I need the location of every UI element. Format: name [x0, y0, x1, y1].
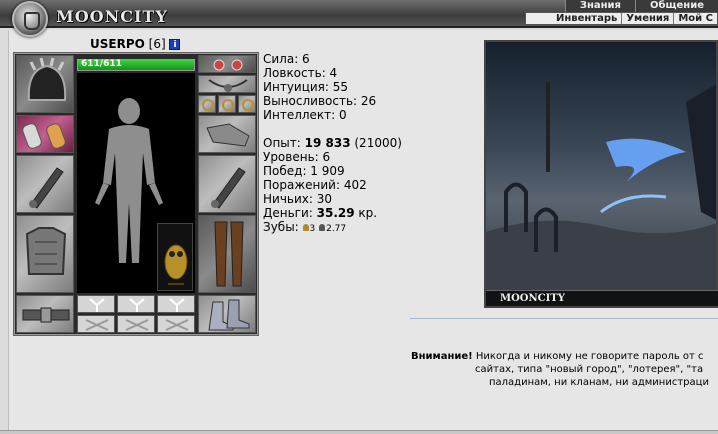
helmet-icon — [27, 57, 67, 101]
teeth-value-b: 2.77 — [326, 224, 347, 234]
stat-draws: Ничьих: 30 — [263, 192, 333, 206]
location-label: MOONCITY — [486, 290, 718, 306]
moon-scene-icon — [486, 82, 716, 306]
earrings-icon — [213, 59, 243, 71]
sword-icon — [211, 167, 246, 209]
gloves-slot[interactable] — [198, 115, 256, 153]
belt-icon — [22, 307, 70, 323]
money-unit: кр. — [354, 206, 378, 220]
menu-skills[interactable]: Умения — [621, 13, 673, 24]
stat-teeth: Зубы: 3 2.77 — [263, 220, 402, 236]
helmet-slot[interactable] — [16, 55, 74, 113]
menu-my[interactable]: Мой С — [673, 13, 717, 24]
divider — [410, 318, 718, 319]
empty-slot-icon — [165, 319, 189, 331]
tooth-icon — [319, 224, 326, 231]
rune-slot-1[interactable] — [77, 295, 115, 313]
warning-line-3: паладинам, ни кланам, ни администраци — [489, 377, 709, 388]
character-login[interactable]: USERPO — [90, 37, 145, 51]
logo-text: MOONCITY — [56, 7, 168, 26]
legs-slot[interactable] — [198, 215, 256, 293]
rune-slot-4[interactable] — [77, 315, 115, 333]
stat-experience: Опыт: 19 833 (21000) — [263, 136, 402, 150]
money-label: Деньги: — [263, 206, 317, 220]
stat-agility: Ловкость: 4 — [263, 66, 338, 80]
empty-slot-icon — [125, 319, 149, 331]
pet-slot[interactable] — [157, 223, 193, 291]
amulet-icon — [208, 79, 248, 92]
teeth-value-a: 3 — [309, 224, 316, 234]
belt-slot[interactable] — [16, 295, 74, 333]
teeth-label: Зубы: — [263, 220, 303, 234]
earrings-slot[interactable] — [198, 55, 256, 73]
ring-icon — [222, 99, 234, 111]
warning-line-1: Внимание! Никогда и никому не говорите п… — [411, 350, 718, 363]
owl-icon — [164, 244, 188, 285]
location-picture[interactable] — [484, 40, 718, 308]
character-figure — [77, 73, 195, 293]
armor-icon — [25, 227, 67, 275]
rune-slot-6[interactable] — [157, 315, 195, 333]
character-level: [6] — [148, 37, 166, 51]
boots-icon — [208, 299, 250, 331]
stat-level: Уровень: 6 — [263, 150, 331, 164]
character-name: USERPO [6] i — [90, 37, 181, 51]
stats-panel: Сила: 6 Ловкость: 4 Интуиция: 55 Выносли… — [263, 52, 402, 236]
rune-slot-5[interactable] — [117, 315, 155, 333]
warning-text-1: Никогда и никому не говорите пароль от с — [472, 351, 704, 362]
armor-slot[interactable] — [16, 215, 74, 293]
hp-text: 611/611 — [81, 59, 122, 69]
greaves-icon — [214, 221, 244, 287]
menu-communication[interactable]: Общение — [634, 0, 718, 12]
ring-icon — [242, 99, 254, 111]
stat-endurance: Выносливость: 26 — [263, 94, 377, 108]
menu-bottom-row: Инвентарь Умения Мой С — [525, 12, 718, 25]
stat-intellect: Интеллект: 0 — [263, 108, 347, 122]
top-bar: MOONCITY Знания Общение Инвентарь Умения… — [0, 0, 718, 37]
warning-line-2: сайтах, типа "новый город", "лотерея", "… — [475, 364, 704, 375]
amulet-slot[interactable] — [198, 75, 256, 93]
stat-money: Деньги: 35.29 кр. — [263, 206, 402, 220]
warning-title: Внимание! — [411, 351, 473, 362]
experience-next: (21000) — [350, 136, 402, 150]
boots-slot[interactable] — [198, 295, 256, 333]
bracers-slot[interactable] — [16, 115, 74, 153]
empty-slot-icon — [169, 298, 185, 312]
sword-icon — [29, 167, 64, 209]
money-value: 35.29 — [316, 206, 355, 220]
stat-strength: Сила: 6 — [263, 52, 310, 66]
info-icon[interactable]: i — [169, 39, 181, 50]
security-warning: Внимание! Никогда и никому не говорите п… — [411, 350, 718, 389]
menu-top-row: Знания Общение — [564, 0, 718, 12]
stat-wins: Побед: 1 909 — [263, 164, 345, 178]
menu-knowledge[interactable]: Знания — [564, 0, 635, 12]
ring-slot-2[interactable] — [218, 95, 236, 113]
experience-label: Опыт: — [263, 136, 305, 150]
gold-tooth-icon — [302, 224, 309, 231]
experience-value: 19 833 — [304, 136, 351, 150]
rune-slot-3[interactable] — [157, 295, 195, 313]
bottom-border — [0, 430, 718, 434]
bracers-icon — [22, 123, 66, 149]
menu-inventory[interactable]: Инвентарь — [526, 13, 621, 24]
hp-bar: 611/611 — [77, 59, 195, 71]
ring-icon — [202, 99, 214, 111]
rune-slot-2[interactable] — [117, 295, 155, 313]
empty-slot-icon — [129, 298, 145, 312]
stat-intuition: Интуиция: 55 — [263, 80, 349, 94]
weapon-right-slot[interactable] — [198, 155, 256, 213]
empty-slot-icon — [85, 319, 109, 331]
ring-slot-1[interactable] — [198, 95, 216, 113]
inventory-panel: 611/611 — [13, 52, 259, 336]
gloves-icon — [206, 123, 250, 147]
stat-losses: Поражений: 402 — [263, 178, 367, 192]
logo-emblem-icon — [12, 1, 48, 37]
empty-slot-icon — [89, 298, 105, 312]
ring-slot-3[interactable] — [238, 95, 256, 113]
weapon-left-slot[interactable] — [16, 155, 74, 213]
